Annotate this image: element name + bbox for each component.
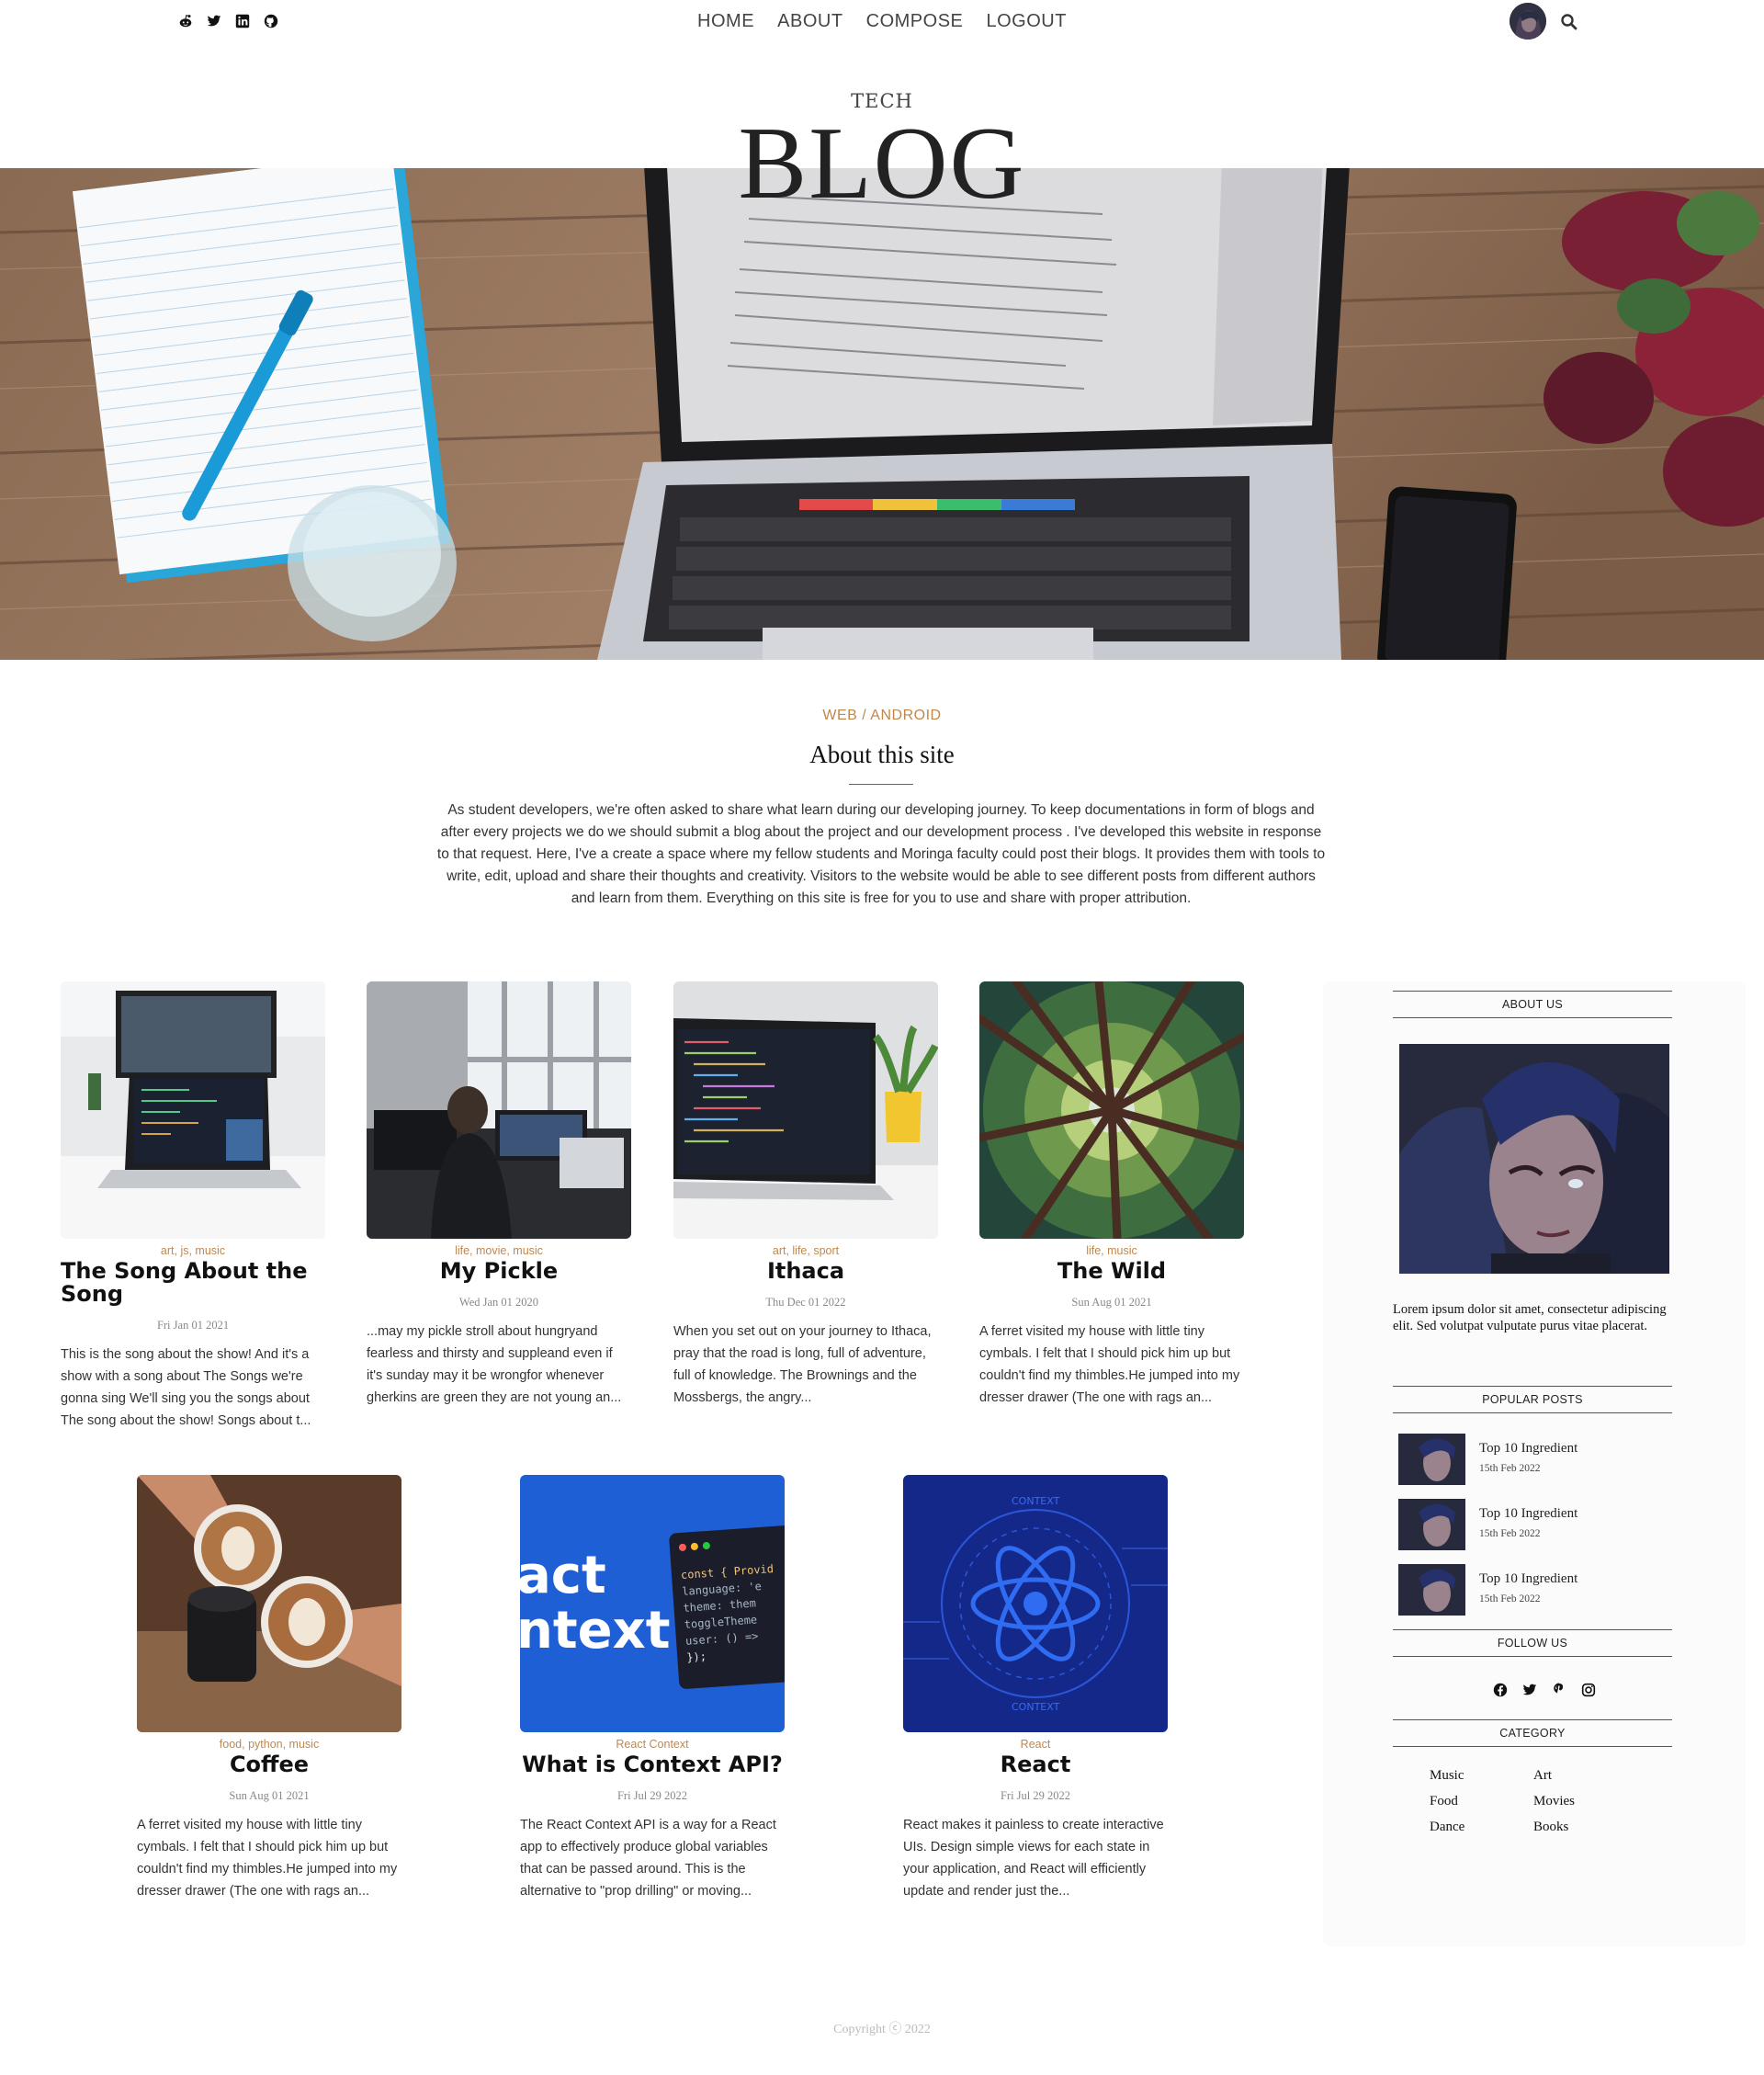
post-card[interactable]: life, music The Wild Sun Aug 01 2021 A f…: [979, 981, 1244, 1409]
post-title[interactable]: My Pickle: [367, 1260, 631, 1283]
popular-post-thumbnail[interactable]: [1398, 1499, 1465, 1550]
top-navbar: HOME ABOUT COMPOSE LOGOUT: [0, 0, 1764, 46]
post-excerpt: A ferret visited my house with little ti…: [137, 1818, 398, 1899]
category-link[interactable]: Food: [1430, 1794, 1458, 1809]
popular-post-thumbnail[interactable]: [1398, 1564, 1465, 1616]
about-us-text: Lorem ipsum dolor sit amet, consectetur …: [1393, 1302, 1667, 1333]
popular-post-date: 15th Feb 2022: [1479, 1528, 1541, 1539]
copyright-text: Copyright ⓒ 2022: [833, 2023, 931, 2036]
post-card[interactable]: life, movie, music My Pickle Wed Jan 01 …: [367, 981, 631, 1409]
about-us-image: [1399, 1044, 1669, 1274]
category-link[interactable]: Dance: [1430, 1820, 1464, 1835]
post-card[interactable]: art, js, music The Song About the Song F…: [61, 981, 325, 1432]
post-thumbnail[interactable]: [979, 981, 1244, 1239]
popular-post-item[interactable]: Top 10 Ingredient 15th Feb 2022: [1398, 1564, 1674, 1616]
popular-post-item[interactable]: Top 10 Ingredient 15th Feb 2022: [1398, 1499, 1674, 1550]
popular-post-title[interactable]: Top 10 Ingredient: [1479, 1441, 1577, 1457]
post-title[interactable]: React: [903, 1753, 1168, 1776]
follow-us-links: [1492, 1682, 1597, 1698]
post-date: Sun Aug 01 2021: [1071, 1296, 1152, 1309]
category-link[interactable]: Books: [1533, 1820, 1568, 1835]
context-headline-2: ntext: [520, 1601, 671, 1661]
post-excerpt: A ferret visited my house with little ti…: [979, 1324, 1240, 1405]
about-us-heading: ABOUT US: [1393, 991, 1672, 1018]
popular-post-title[interactable]: Top 10 Ingredient: [1479, 1571, 1577, 1587]
main-nav: HOME ABOUT COMPOSE LOGOUT: [0, 11, 1764, 32]
popular-posts-heading: POPULAR POSTS: [1393, 1386, 1672, 1413]
about-text: As student developers, we're often asked…: [436, 802, 1326, 906]
site-title: BLOG: [738, 107, 1026, 221]
post-tags: life, movie, music: [455, 1244, 543, 1257]
post-tags: life, music: [1086, 1244, 1137, 1257]
react-ring-label: CONTEXT: [1012, 1701, 1060, 1713]
post-excerpt: When you set out on your journey to Itha…: [673, 1324, 932, 1405]
context-headline-1: act: [520, 1546, 606, 1605]
post-thumbnail[interactable]: CONTEXT CONTEXT: [903, 1475, 1168, 1732]
post-excerpt: The React Context API is a way for a Rea…: [520, 1818, 776, 1899]
category-link[interactable]: Art: [1533, 1768, 1552, 1784]
post-date: Fri Jul 29 2022: [1000, 1789, 1071, 1802]
post-date: Thu Dec 01 2022: [765, 1296, 846, 1309]
post-tags: art, js, music: [160, 1244, 226, 1257]
title-divider: [849, 784, 913, 785]
popular-post-title[interactable]: Top 10 Ingredient: [1479, 1506, 1577, 1522]
post-title[interactable]: The Song About the Song: [61, 1260, 325, 1306]
search-icon[interactable]: [1560, 13, 1578, 31]
category-link[interactable]: Music: [1430, 1768, 1464, 1784]
post-date: Sun Aug 01 2021: [229, 1789, 310, 1802]
post-card[interactable]: act ntext const { Provid language: 'e th…: [520, 1475, 785, 1902]
post-title[interactable]: Ithaca: [673, 1260, 938, 1283]
facebook-icon[interactable]: [1492, 1682, 1509, 1698]
post-title[interactable]: What is Context API?: [520, 1753, 785, 1776]
post-excerpt: ...may my pickle stroll about hungryand …: [367, 1324, 622, 1405]
post-title[interactable]: The Wild: [979, 1260, 1244, 1283]
post-title[interactable]: Coffee: [137, 1753, 401, 1776]
post-thumbnail[interactable]: [137, 1475, 401, 1732]
popular-post-thumbnail[interactable]: [1398, 1434, 1465, 1485]
nav-home-link[interactable]: HOME: [697, 11, 754, 31]
post-card[interactable]: art, life, sport Ithaca Thu Dec 01 2022 …: [673, 981, 938, 1409]
post-thumbnail[interactable]: act ntext const { Provid language: 'e th…: [520, 1475, 785, 1732]
popular-post-date: 15th Feb 2022: [1479, 1593, 1541, 1604]
post-thumbnail[interactable]: [367, 981, 631, 1239]
popular-post-date: 15th Feb 2022: [1479, 1463, 1541, 1474]
post-tags: food, python, music: [219, 1738, 320, 1751]
user-avatar[interactable]: [1510, 3, 1546, 40]
hero-image: [0, 168, 1764, 660]
post-tags: React Context: [616, 1738, 689, 1751]
follow-us-heading: FOLLOW US: [1393, 1629, 1672, 1657]
category-link[interactable]: Movies: [1533, 1794, 1575, 1809]
post-card[interactable]: CONTEXT CONTEXT React React Fri Jul 29 2…: [903, 1475, 1168, 1902]
post-tags: React: [1020, 1738, 1051, 1751]
nav-compose-link[interactable]: COMPOSE: [866, 11, 964, 31]
twitter-icon[interactable]: [1521, 1682, 1538, 1698]
post-date: Fri Jul 29 2022: [616, 1789, 688, 1802]
post-thumbnail[interactable]: [673, 981, 938, 1239]
pinterest-icon[interactable]: [1551, 1682, 1567, 1698]
about-kicker: WEB / ANDROID: [822, 708, 942, 723]
nav-logout-link[interactable]: LOGOUT: [986, 11, 1066, 31]
popular-post-item[interactable]: Top 10 Ingredient 15th Feb 2022: [1398, 1434, 1674, 1485]
post-thumbnail[interactable]: [61, 981, 325, 1239]
react-ring-label: CONTEXT: [1012, 1495, 1060, 1507]
nav-about-link[interactable]: ABOUT: [777, 11, 842, 31]
post-excerpt: React makes it painless to create intera…: [903, 1818, 1164, 1899]
post-card[interactable]: food, python, music Coffee Sun Aug 01 20…: [137, 1475, 401, 1902]
post-date: Wed Jan 01 2020: [458, 1296, 539, 1309]
category-heading: CATEGORY: [1393, 1719, 1672, 1747]
about-title: About this site: [809, 741, 955, 768]
post-excerpt: This is the song about the show! And it'…: [61, 1347, 311, 1428]
post-tags: art, life, sport: [772, 1244, 840, 1257]
post-date: Fri Jan 01 2021: [156, 1319, 230, 1332]
context-code-line: });: [686, 1650, 707, 1663]
instagram-icon[interactable]: [1580, 1682, 1597, 1698]
sidebar: ABOUT US Lorem ipsum dolor sit amet, con…: [1323, 981, 1746, 1946]
